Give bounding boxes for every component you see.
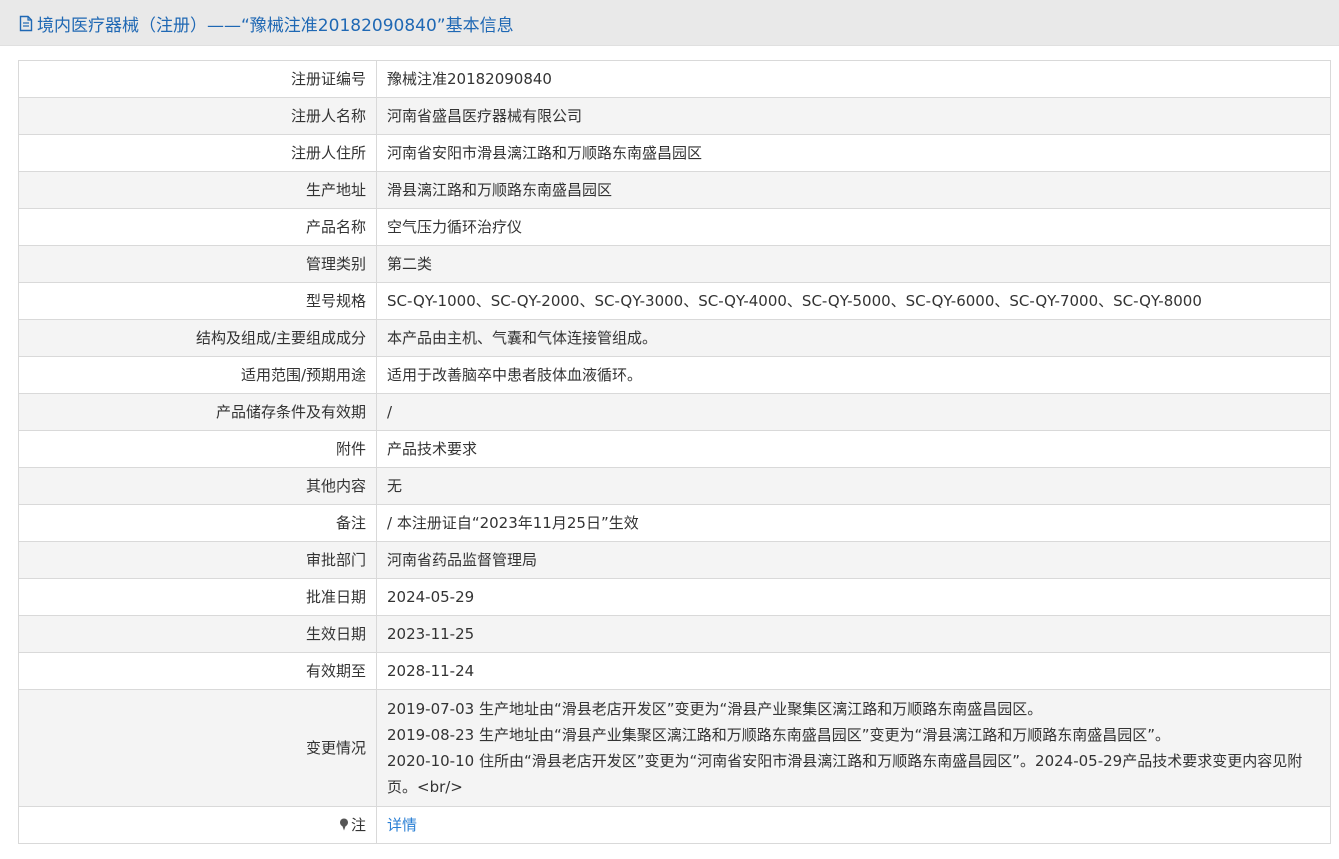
field-label: 注册证编号 (18, 60, 377, 98)
field-value: 豫械注准20182090840 (376, 60, 1331, 98)
change-entry: 2019-08-23 生产地址由“滑县产业集聚区漓江路和万顺路东南盛昌园区”变更… (387, 726, 1171, 744)
field-label: 产品储存条件及有效期 (18, 393, 377, 431)
table-row: 备注 / 本注册证自“2023年11月25日”生效 (18, 504, 1331, 542)
field-label: 其他内容 (18, 467, 377, 505)
field-value: 第二类 (376, 245, 1331, 283)
field-label: 有效期至 (18, 652, 377, 690)
table-row: 注册人住所 河南省安阳市滑县漓江路和万顺路东南盛昌园区 (18, 134, 1331, 172)
field-value: 2028-11-24 (376, 652, 1331, 690)
table-row: 适用范围/预期用途 适用于改善脑卒中患者肢体血液循环。 (18, 356, 1331, 394)
page-header: 境内医疗器械（注册）——“豫械注准20182090840”基本信息 (0, 0, 1339, 46)
field-label: 批准日期 (18, 578, 377, 616)
table-row: 附件 产品技术要求 (18, 430, 1331, 468)
table-row: 注册证编号 豫械注准20182090840 (18, 60, 1331, 98)
table-row-note: 注 详情 (18, 806, 1331, 844)
change-entry: 2019-07-03 生产地址由“滑县老店开发区”变更为“滑县产业聚集区漓江路和… (387, 700, 1043, 718)
table-row-changes: 变更情况 2019-07-03 生产地址由“滑县老店开发区”变更为“滑县产业聚集… (18, 689, 1331, 807)
field-value: 河南省盛昌医疗器械有限公司 (376, 97, 1331, 135)
table-row: 批准日期 2024-05-29 (18, 578, 1331, 616)
field-label: 生效日期 (18, 615, 377, 653)
field-value: 2024-05-29 (376, 578, 1331, 616)
table-row: 生产地址 滑县漓江路和万顺路东南盛昌园区 (18, 171, 1331, 209)
field-label: 适用范围/预期用途 (18, 356, 377, 394)
change-history: 2019-07-03 生产地址由“滑县老店开发区”变更为“滑县产业聚集区漓江路和… (376, 689, 1331, 807)
field-label: 注册人名称 (18, 97, 377, 135)
pin-icon (339, 818, 348, 831)
field-value: SC-QY-1000、SC-QY-2000、SC-QY-3000、SC-QY-4… (376, 282, 1331, 320)
field-label: 生产地址 (18, 171, 377, 209)
note-label: 注 (350, 816, 366, 834)
table-row: 结构及组成/主要组成成分 本产品由主机、气囊和气体连接管组成。 (18, 319, 1331, 357)
field-label: 审批部门 (18, 541, 377, 579)
field-value: 本产品由主机、气囊和气体连接管组成。 (376, 319, 1331, 357)
details-link[interactable]: 详情 (387, 816, 417, 834)
note-label-cell: 注 (18, 806, 377, 844)
field-label: 附件 (18, 430, 377, 468)
field-value: 河南省药品监督管理局 (376, 541, 1331, 579)
table-row: 其他内容 无 (18, 467, 1331, 505)
change-entry: 2020-10-10 住所由“滑县老店开发区”变更为“河南省安阳市滑县漓江路和万… (387, 752, 1303, 796)
field-label: 型号规格 (18, 282, 377, 320)
field-label: 注册人住所 (18, 134, 377, 172)
note-value-cell: 详情 (376, 806, 1331, 844)
field-value: 适用于改善脑卒中患者肢体血液循环。 (376, 356, 1331, 394)
table-row: 注册人名称 河南省盛昌医疗器械有限公司 (18, 97, 1331, 135)
field-value: / (376, 393, 1331, 431)
field-label: 结构及组成/主要组成成分 (18, 319, 377, 357)
field-value: 空气压力循环治疗仪 (376, 208, 1331, 246)
field-value: 产品技术要求 (376, 430, 1331, 468)
page-title: 境内医疗器械（注册）——“豫械注准20182090840”基本信息 (37, 15, 514, 36)
field-value: 2023-11-25 (376, 615, 1331, 653)
table-row: 产品储存条件及有效期 / (18, 393, 1331, 431)
registration-info-table: 注册证编号 豫械注准20182090840 注册人名称 河南省盛昌医疗器械有限公… (18, 60, 1331, 844)
field-value: 河南省安阳市滑县漓江路和万顺路东南盛昌园区 (376, 134, 1331, 172)
field-label: 管理类别 (18, 245, 377, 283)
table-row: 生效日期 2023-11-25 (18, 615, 1331, 653)
table-row: 型号规格 SC-QY-1000、SC-QY-2000、SC-QY-3000、SC… (18, 282, 1331, 320)
field-value: 滑县漓江路和万顺路东南盛昌园区 (376, 171, 1331, 209)
field-label: 变更情况 (18, 689, 377, 807)
header-title-bar: 境内医疗器械（注册）——“豫械注准20182090840”基本信息 (19, 12, 514, 36)
table-row: 管理类别 第二类 (18, 245, 1331, 283)
table-row: 有效期至 2028-11-24 (18, 652, 1331, 690)
field-label: 产品名称 (18, 208, 377, 246)
field-label: 备注 (18, 504, 377, 542)
document-icon (19, 15, 33, 31)
table-row: 审批部门 河南省药品监督管理局 (18, 541, 1331, 579)
table-row: 产品名称 空气压力循环治疗仪 (18, 208, 1331, 246)
field-value: 无 (376, 467, 1331, 505)
field-value: / 本注册证自“2023年11月25日”生效 (376, 504, 1331, 542)
